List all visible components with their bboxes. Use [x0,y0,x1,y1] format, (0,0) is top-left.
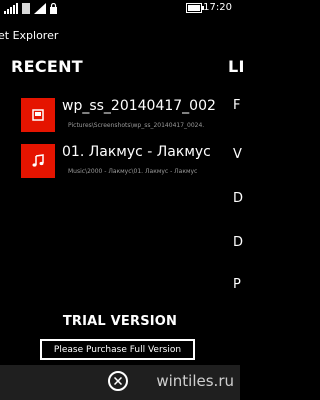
wifi-icon [34,3,46,14]
list-item[interactable]: wp_ss_20140417_002 Pictures\Screenshots\… [21,98,240,142]
status-bar: 17:20 [0,0,240,18]
side-letter: V [233,147,242,162]
list-item[interactable]: 01. Лакмус - Лакмус Music\2000 - Лакмус\… [21,144,240,188]
app-bar: wintiles.ru [0,365,240,400]
clock: 17:20 [203,2,232,13]
unknown-icon [22,3,30,14]
item-path: Music\2000 - Лакмус\01. Лакмус - Лакмус [68,168,198,175]
trial-label: TRIAL VERSION [62,314,178,329]
purchase-button[interactable]: Please Purchase Full Version [40,339,195,360]
item-title: wp_ss_20140417_002 [62,98,216,114]
watermark: wintiles.ru [156,372,234,390]
close-icon [114,377,122,385]
side-letter: D [233,235,244,250]
lock-icon [50,3,57,14]
battery-icon [186,3,204,13]
side-letter: P [233,277,241,292]
image-file-icon [32,109,44,121]
signal-strength-icon [4,3,18,14]
pivot-next[interactable]: LI [228,57,245,76]
pivot-recent[interactable]: RECENT [11,57,83,76]
file-tile [21,98,55,132]
recent-list: wp_ss_20140417_002 Pictures\Screenshots\… [21,98,240,190]
item-path: Pictures\Screenshots\wp_ss_20140417_0024… [68,122,205,129]
side-letter: F [233,98,241,113]
app-title: et Explorer [0,29,59,42]
side-letter: D [233,191,244,206]
close-button[interactable] [108,371,128,391]
music-note-icon [32,154,44,167]
item-title: 01. Лакмус - Лакмус [62,144,211,160]
file-tile [21,144,55,178]
